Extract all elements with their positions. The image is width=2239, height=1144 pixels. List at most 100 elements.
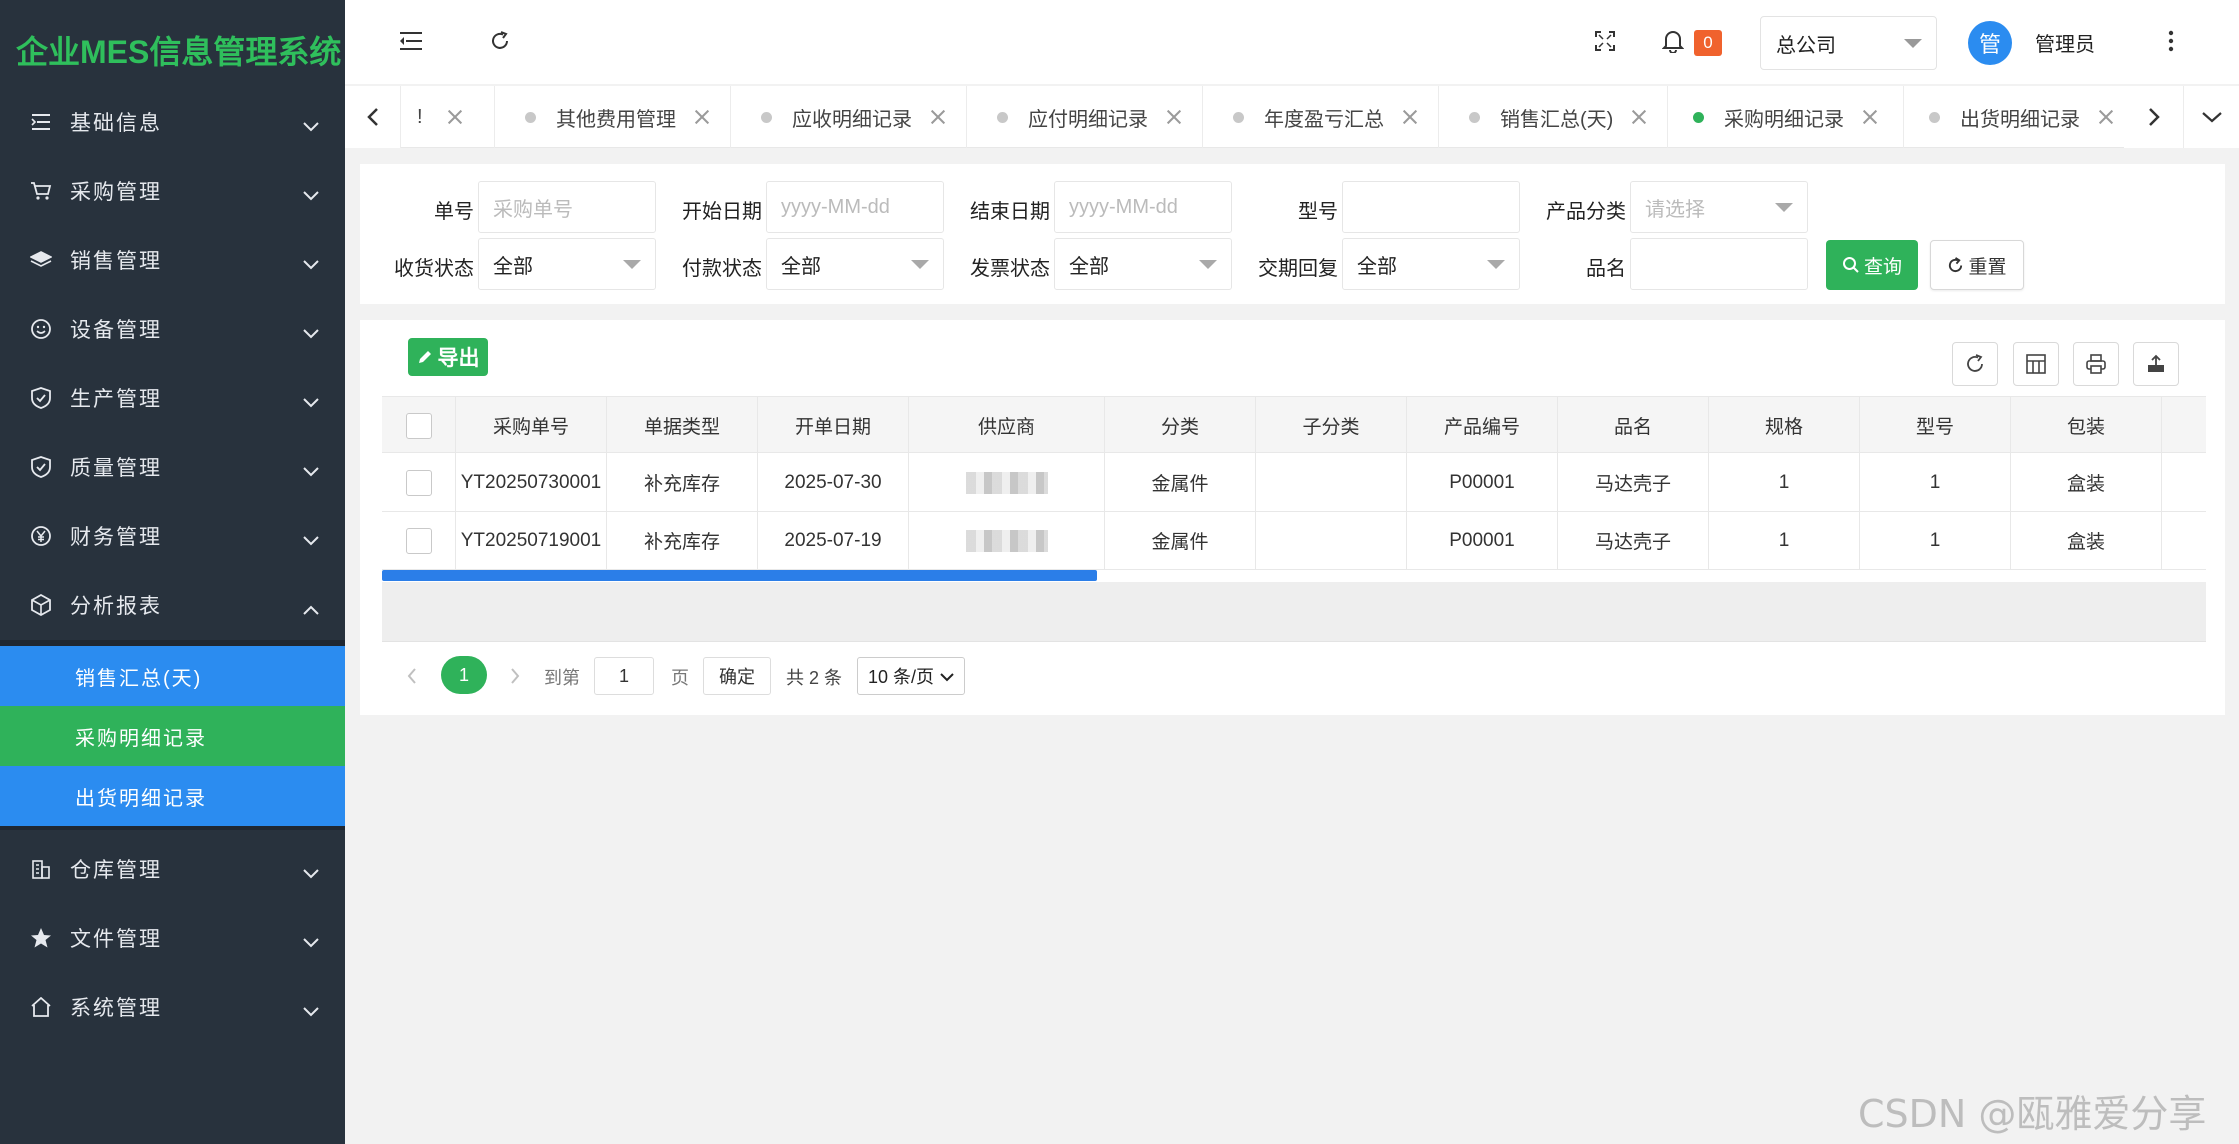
- export-button[interactable]: 导出: [408, 338, 488, 376]
- column-header[interactable]: 采购单号: [456, 397, 607, 454]
- close-icon[interactable]: [1166, 109, 1182, 125]
- submenu-item-sales-summary[interactable]: 销售汇总(天): [0, 646, 345, 706]
- username[interactable]: 管理员: [2035, 28, 2095, 57]
- tab-payables[interactable]: 应付明细记录: [967, 86, 1203, 148]
- pay-status-select[interactable]: 全部: [766, 238, 944, 290]
- submenu-item-purchase-detail[interactable]: 采购明细记录: [0, 706, 345, 766]
- tab-scroll-right-icon[interactable]: [2124, 86, 2184, 148]
- goto-label: 到第: [544, 668, 580, 688]
- column-header[interactable]: 单据类型: [607, 397, 758, 454]
- model-input[interactable]: [1342, 181, 1520, 233]
- page-size-select[interactable]: 10 条/页: [857, 657, 965, 695]
- end-date-input[interactable]: yyyy-MM-dd: [1054, 181, 1232, 233]
- tab-receivables[interactable]: 应收明细记录: [731, 86, 967, 148]
- tab-shipment-detail[interactable]: 出货明细记录: [1904, 86, 2140, 148]
- avatar[interactable]: 管: [1968, 21, 2012, 65]
- row-checkbox[interactable]: [405, 527, 432, 554]
- select-all-checkbox[interactable]: [405, 412, 432, 439]
- column-header[interactable]: 品名: [1558, 397, 1709, 454]
- tab-label: !: [417, 105, 423, 128]
- category-select[interactable]: 请选择: [1630, 181, 1808, 233]
- table-row[interactable]: YT20250730001 补充库存 2025-07-30 金属件 P00001…: [382, 454, 2206, 512]
- goto-confirm-button[interactable]: 确定: [703, 657, 771, 695]
- start-date-input[interactable]: yyyy-MM-dd: [766, 181, 944, 233]
- table-cell: [1256, 512, 1407, 569]
- tab-annual-profit[interactable]: 年度盈亏汇总: [1203, 86, 1439, 148]
- column-header[interactable]: 分类: [1105, 397, 1256, 454]
- tab-sales-summary[interactable]: 销售汇总(天): [1439, 86, 1668, 148]
- category-placeholder: 请选择: [1645, 198, 1705, 221]
- submenu-item-shipment-detail[interactable]: 出货明细记录: [0, 766, 345, 826]
- receive-status-select[interactable]: 全部: [478, 238, 656, 290]
- next-page-icon[interactable]: [503, 662, 527, 690]
- column-settings-button[interactable]: [2013, 342, 2059, 386]
- sidebar-item-purchase[interactable]: 采购管理: [0, 157, 345, 225]
- column-header[interactable]: 型号: [1860, 397, 2011, 454]
- tab-purchase-detail[interactable]: 采购明细记录: [1668, 86, 1904, 148]
- refresh-icon[interactable]: [485, 26, 515, 56]
- pay-status-value: 全部: [781, 255, 821, 278]
- tab-other-fees[interactable]: 其他费用管理: [495, 86, 731, 148]
- sidebar-item-reports[interactable]: 分析报表: [0, 571, 345, 639]
- columns-icon: [2026, 354, 2046, 374]
- close-icon[interactable]: [1862, 109, 1878, 125]
- sidebar-item-files[interactable]: 文件管理: [0, 904, 345, 972]
- product-name-input[interactable]: [1630, 238, 1808, 290]
- close-icon[interactable]: [1402, 109, 1418, 125]
- tab-truncated[interactable]: !: [401, 86, 495, 148]
- tab-dropdown-icon[interactable]: [2184, 86, 2239, 148]
- close-icon[interactable]: [1631, 109, 1647, 125]
- tab-scroll-left-icon[interactable]: [345, 86, 401, 148]
- prev-page-icon[interactable]: [400, 662, 424, 690]
- goto-page-input[interactable]: 1: [594, 657, 654, 695]
- table-cell: 1: [1709, 454, 1860, 511]
- column-header[interactable]: 规格: [1709, 397, 1860, 454]
- order-no-input[interactable]: 采购单号: [478, 181, 656, 233]
- table-refresh-button[interactable]: [1952, 342, 1998, 386]
- sidebar-item-label: 基础信息: [70, 112, 162, 135]
- query-button[interactable]: 查询: [1826, 240, 1918, 290]
- more-vertical-icon[interactable]: [2156, 26, 2186, 56]
- sidebar-item-production[interactable]: 生产管理: [0, 364, 345, 432]
- print-button[interactable]: [2073, 342, 2119, 386]
- horizontal-scrollbar[interactable]: [382, 570, 1097, 581]
- sidebar-item-system[interactable]: 系统管理: [0, 973, 345, 1041]
- collapse-menu-icon[interactable]: [397, 26, 427, 56]
- company-select[interactable]: 总公司: [1760, 16, 1937, 70]
- select-all-cell: [382, 397, 456, 454]
- close-icon[interactable]: [694, 109, 710, 125]
- delivery-reply-select[interactable]: 全部: [1342, 238, 1520, 290]
- current-page[interactable]: 1: [441, 656, 487, 694]
- column-header[interactable]: 产品编号: [1407, 397, 1558, 454]
- chevron-down-icon: [940, 673, 954, 682]
- export-file-button[interactable]: [2133, 342, 2179, 386]
- close-icon[interactable]: [930, 109, 946, 125]
- sidebar-item-equipment[interactable]: 设备管理: [0, 295, 345, 363]
- sidebar-item-label: 仓库管理: [70, 859, 162, 882]
- table-footer-row: [382, 582, 2206, 642]
- table-row[interactable]: YT20250719001 补充库存 2025-07-19 金属件 P00001…: [382, 512, 2206, 570]
- model-label: 型号: [1298, 201, 1338, 223]
- column-header[interactable]: 子分类: [1256, 397, 1407, 454]
- column-header[interactable]: 包装: [2011, 397, 2162, 454]
- reset-button[interactable]: 重置: [1930, 240, 2024, 290]
- sidebar-item-sales[interactable]: 销售管理: [0, 226, 345, 294]
- print-icon: [2086, 354, 2106, 374]
- row-checkbox[interactable]: [405, 469, 432, 496]
- column-header[interactable]: 供应商: [909, 397, 1105, 454]
- sidebar-item-warehouse[interactable]: 仓库管理: [0, 835, 345, 903]
- close-icon[interactable]: [2098, 109, 2114, 125]
- tab-status-dot: [1469, 111, 1480, 123]
- cube-icon: [30, 594, 52, 616]
- close-icon[interactable]: [447, 109, 463, 125]
- bell-icon[interactable]: [1658, 26, 1688, 56]
- tab-label: 年度盈亏汇总: [1264, 108, 1384, 131]
- sidebar-item-basic-info[interactable]: 基础信息: [0, 88, 345, 156]
- order-no-label: 单号: [434, 201, 474, 223]
- table-cell: YT20250719001: [456, 512, 607, 569]
- column-header[interactable]: 开单日期: [758, 397, 909, 454]
- sidebar-item-finance[interactable]: 财务管理: [0, 502, 345, 570]
- invoice-status-select[interactable]: 全部: [1054, 238, 1232, 290]
- sidebar-item-quality[interactable]: 质量管理: [0, 433, 345, 501]
- fullscreen-icon[interactable]: [1590, 26, 1620, 56]
